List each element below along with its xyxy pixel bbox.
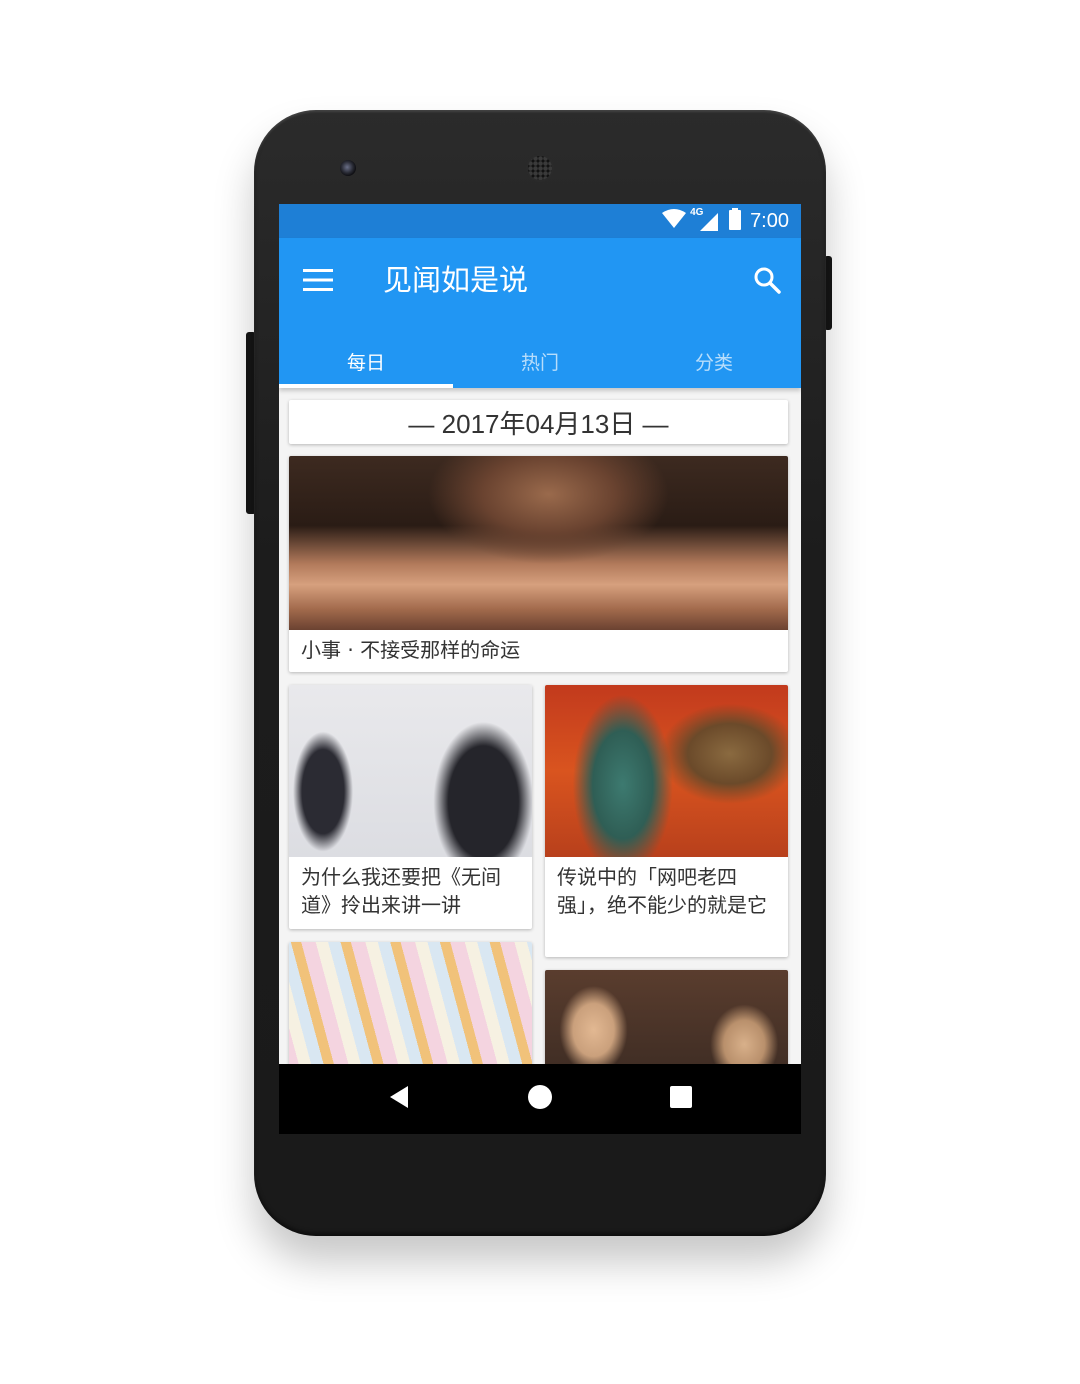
app-bar: 见闻如是说 每日 热门 分类 bbox=[279, 238, 801, 388]
earpiece-speaker bbox=[526, 154, 554, 182]
menu-button[interactable] bbox=[297, 264, 339, 300]
wifi-icon bbox=[662, 209, 687, 233]
story-feed[interactable]: — 2017年04月13日 — 小事 · 不接受那样的命运 为什么我还要把《无间… bbox=[279, 388, 801, 1064]
battery-icon bbox=[728, 208, 742, 234]
tab-label: 每日 bbox=[346, 351, 385, 374]
tab-categories[interactable]: 分类 bbox=[627, 334, 801, 388]
network-type-label: 4G bbox=[690, 207, 704, 218]
search-button[interactable] bbox=[747, 262, 787, 302]
story-card[interactable]: 小事 · 不接受那样的命运 bbox=[289, 456, 788, 672]
story-card[interactable] bbox=[289, 942, 532, 1064]
hamburger-menu-icon bbox=[303, 268, 333, 296]
date-header: — 2017年04月13日 — bbox=[289, 400, 788, 444]
story-card[interactable]: 为什么我还要把《无间道》拎出来讲一讲 bbox=[289, 685, 532, 929]
phone-screen: 4G 7:00 见闻如是说 每日 热门 分类 — 2017年04月13日 — 小… bbox=[279, 204, 801, 1134]
back-icon bbox=[388, 1085, 410, 1113]
front-camera bbox=[340, 160, 356, 176]
story-thumbnail bbox=[289, 685, 532, 857]
home-icon bbox=[527, 1084, 553, 1114]
recents-button[interactable] bbox=[651, 1069, 711, 1129]
app-title: 见闻如是说 bbox=[383, 263, 529, 297]
story-title: 小事 · 不接受那样的命运 bbox=[301, 638, 521, 662]
back-button[interactable] bbox=[369, 1069, 429, 1129]
tab-hot[interactable]: 热门 bbox=[453, 334, 627, 388]
story-title: 为什么我还要把《无间道》拎出来讲一讲 bbox=[301, 865, 501, 917]
status-time: 7:00 bbox=[750, 209, 789, 232]
cellular-signal-icon: 4G bbox=[690, 207, 720, 232]
tab-label: 热门 bbox=[520, 351, 559, 374]
search-icon bbox=[753, 266, 781, 298]
status-bar: 4G 7:00 bbox=[279, 204, 801, 238]
recents-icon bbox=[669, 1086, 692, 1112]
status-icons: 4G 7:00 bbox=[662, 207, 789, 234]
story-thumbnail bbox=[289, 456, 788, 630]
story-title: 传说中的「网吧老四强」，绝不能少的就是它 bbox=[557, 865, 767, 917]
story-card[interactable]: 传说中的「网吧老四强」，绝不能少的就是它 bbox=[545, 685, 788, 957]
system-nav-bar bbox=[279, 1064, 801, 1134]
tab-label: 分类 bbox=[694, 351, 733, 374]
home-button[interactable] bbox=[510, 1069, 570, 1129]
story-thumbnail bbox=[289, 942, 532, 1064]
story-thumbnail bbox=[545, 685, 788, 857]
tab-bar: 每日 热门 分类 bbox=[279, 334, 801, 388]
story-card[interactable] bbox=[545, 970, 788, 1064]
tab-daily[interactable]: 每日 bbox=[279, 334, 453, 388]
story-thumbnail bbox=[545, 970, 788, 1064]
